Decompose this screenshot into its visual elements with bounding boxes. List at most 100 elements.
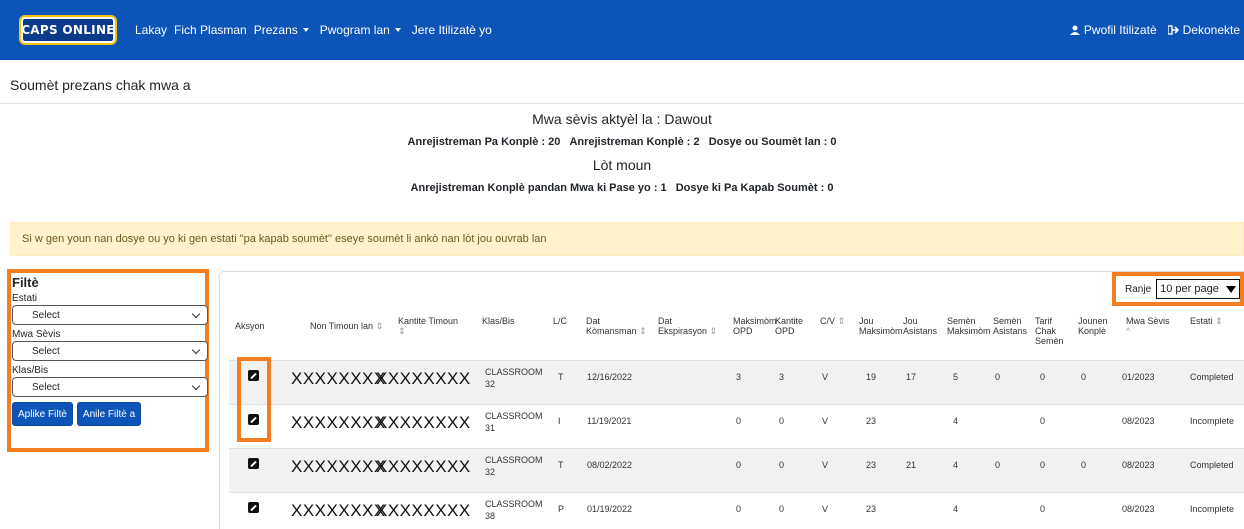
class-name: CLASSROOM	[485, 499, 543, 509]
th-action[interactable]: Aksyon	[235, 321, 265, 331]
page-size-control: Ranje 10 per page	[1112, 272, 1244, 306]
stat-cannot-submit: Dosye ki Pa Kapab Soumèt : 0	[675, 182, 834, 194]
page-size-value: 10 per page	[1160, 283, 1219, 295]
cell-start: 01/19/2022	[587, 504, 633, 514]
th-att-days[interactable]: Jou Asistans	[903, 316, 937, 336]
th-start-line2: Kòmansman	[586, 326, 637, 336]
cell-lc: T	[558, 372, 564, 382]
th-full-line2: Konplè	[1078, 326, 1107, 336]
cell-month: 08/2023	[1122, 504, 1155, 514]
warning-alert: Si w gen youn nan dosye ou yo ki gen est…	[10, 222, 1244, 256]
th-max-days[interactable]: Jou Maksimòm	[859, 316, 903, 336]
cell-maxday: 19	[866, 372, 877, 382]
nav-program[interactable]: Pwogram lan	[320, 23, 405, 37]
page-size-label: Ranje	[1125, 283, 1152, 295]
th-service-month[interactable]: Mwa Sèvis ^	[1126, 316, 1170, 336]
th-cntopd-line2: OPD	[775, 326, 795, 336]
current-month-stats: Anrejistreman Pa Konplè : 20 Anrejistrem…	[0, 136, 1244, 148]
sort-icon: ⇕	[375, 321, 384, 331]
cell-class: CLASSROOM 32	[485, 454, 543, 478]
brand-text: CAPS ONLINE	[21, 23, 115, 37]
th-attweek-line2: Asistans	[993, 326, 1028, 336]
status-select[interactable]: Select	[12, 305, 208, 325]
class-number: 32	[485, 379, 496, 389]
cell-attday: 17	[906, 372, 917, 382]
th-max-weeks[interactable]: Semèn Maksimòm	[947, 316, 991, 336]
th-count-opd[interactable]: Kantite OPD	[775, 316, 803, 336]
th-rate[interactable]: Tarif Chak Semèn	[1035, 316, 1064, 346]
month-select[interactable]: Select	[12, 341, 208, 361]
th-month-label: Mwa Sèvis	[1126, 316, 1170, 326]
th-rate-line2: Chak	[1035, 326, 1057, 336]
cell-cv: V	[822, 372, 829, 382]
top-navbar: CAPS ONLINE Lakay Fich Plasman Prezans P…	[0, 0, 1244, 60]
chevron-down-icon	[191, 345, 201, 354]
chevron-down-icon	[302, 28, 309, 32]
nav-logout[interactable]: Dekonekte	[1167, 23, 1240, 37]
nav-profile[interactable]: Pwofil Itilizatè	[1069, 23, 1157, 37]
cell-rate: 0	[1040, 372, 1046, 382]
cell-maxday: 23	[866, 416, 877, 426]
other-title: Lòt moun	[592, 157, 652, 173]
th-att-weeks[interactable]: Semèn Asistans	[993, 316, 1027, 336]
th-exp-date[interactable]: Dat Ekspirasyon ⇕	[658, 316, 717, 336]
cell-attweek: 0	[995, 460, 1001, 470]
th-maxday-line1: Jou	[859, 316, 874, 326]
sort-icon: ⇕	[398, 326, 406, 336]
clear-filter-button[interactable]: Anile Filtè a	[76, 402, 142, 426]
th-child-count[interactable]: Kantite Timoun ⇕	[398, 316, 468, 336]
th-full-days[interactable]: Jounen Konplè	[1078, 316, 1108, 336]
cell-maxopd: 0	[736, 460, 742, 470]
th-class[interactable]: Klas/Bis	[482, 316, 515, 326]
cell-status: Completed	[1190, 460, 1234, 470]
page-title: Soumèt prezans chak mwa a	[10, 77, 191, 93]
nav-program-label: Pwogram lan	[319, 23, 390, 37]
cell-rate: 0	[1040, 460, 1046, 470]
nav-placement[interactable]: Fich Plasman	[174, 23, 247, 37]
cell-count: XXXXXXXX	[376, 457, 471, 476]
nav-home[interactable]: Lakay	[135, 23, 167, 37]
th-attweek-line1: Semèn	[993, 316, 1022, 326]
chevron-down-icon	[191, 381, 201, 390]
edit-icon[interactable]	[248, 502, 259, 513]
nav-manage-users[interactable]: Jere Itilizatè yo	[412, 23, 492, 37]
sort-icon: ⇕	[1215, 316, 1223, 326]
nav-logout-label: Dekonekte	[1182, 23, 1240, 37]
filter-label-month: Mwa Sèvis	[12, 329, 61, 340]
cell-month: 08/2023	[1122, 460, 1155, 470]
th-exp-line2: Ekspirasyon	[658, 326, 708, 336]
cell-month: 08/2023	[1122, 416, 1155, 426]
cell-maxopd: 0	[736, 504, 742, 514]
th-child-name[interactable]: Non Timoun lan ⇕	[310, 321, 383, 331]
chevron-down-icon	[191, 309, 201, 318]
page-size-select[interactable]: 10 per page	[1156, 279, 1240, 299]
sort-asc-icon: ^	[1126, 326, 1131, 336]
cell-count: XXXXXXXX	[376, 369, 471, 388]
cell-start: 08/02/2022	[587, 460, 633, 470]
class-number: 38	[485, 511, 496, 521]
th-lc[interactable]: L/C	[553, 316, 567, 326]
nav-attendance[interactable]: Prezans	[254, 23, 313, 37]
apply-filter-button[interactable]: Aplike Filtè	[12, 402, 73, 426]
cell-start: 12/16/2022	[587, 372, 633, 382]
cell-status: Incomplete	[1190, 504, 1235, 514]
cell-cntopd: 0	[779, 504, 785, 514]
filter-panel: Filtè Estati Select Mwa Sèvis Select Kla…	[7, 269, 209, 452]
nav-links: Lakay Fich Plasman Prezans Pwogram lan J…	[135, 23, 499, 37]
th-start-date[interactable]: Dat Kòmansman ⇕	[586, 316, 647, 336]
cell-name: XXXXXXXX	[291, 501, 386, 520]
cell-cntopd: 0	[779, 416, 785, 426]
th-status[interactable]: Estati ⇕	[1190, 316, 1223, 326]
cell-cntopd: 3	[779, 372, 785, 382]
edit-icon[interactable]	[248, 458, 259, 469]
chevron-down-icon	[1226, 285, 1236, 293]
brand-logo[interactable]: CAPS ONLINE	[19, 15, 117, 45]
sort-icon: ⇕	[709, 326, 718, 336]
th-cv[interactable]: C/V ⇕	[820, 316, 845, 326]
other-stats: Anrejistreman Konplè pandan Mwa ki Pase …	[0, 182, 1244, 194]
stat-incomplete: Anrejistreman Pa Konplè : 20	[407, 136, 561, 148]
class-select[interactable]: Select	[12, 377, 208, 397]
th-max-opd[interactable]: Maksimòm OPD	[733, 316, 777, 336]
cell-maxweek: 4	[953, 504, 959, 514]
cell-class: CLASSROOM 32	[485, 366, 543, 390]
